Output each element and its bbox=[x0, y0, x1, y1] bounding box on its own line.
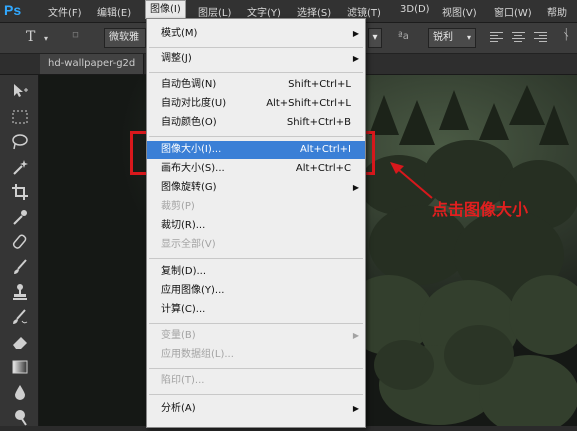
menu-image[interactable]: 图像(I) bbox=[145, 0, 186, 19]
menu-item-label: 图像旋转(G) bbox=[161, 182, 217, 193]
menu-item-label: 分析(A) bbox=[161, 403, 196, 414]
menu-item-label: 自动颜色(O) bbox=[161, 117, 217, 128]
document-tab[interactable]: hd-wallpaper-g2d bbox=[40, 54, 145, 74]
menu-file[interactable]: 文件(F) bbox=[48, 4, 82, 19]
tool-preset-dropdown-icon[interactable]: ▾ bbox=[44, 34, 48, 43]
menu-item-label: 应用数据组(L)... bbox=[161, 349, 234, 360]
menu-separator bbox=[149, 368, 363, 369]
eraser-tool-icon[interactable] bbox=[10, 332, 30, 352]
move-tool-icon[interactable] bbox=[10, 81, 30, 101]
image-menu-dropdown: 模式(M) ▶ 调整(J) ▶ 自动色调(N) Shift+Ctrl+L 自动对比度(… bbox=[146, 18, 366, 428]
menu-item-shortcut: Alt+Ctrl+C bbox=[295, 163, 351, 174]
menu-select[interactable]: 选择(S) bbox=[297, 4, 331, 19]
menu-item-label: 自动对比度(U) bbox=[161, 98, 227, 109]
menu-separator bbox=[149, 394, 363, 395]
menu-item-image-rotation[interactable]: 图像旋转(G) ▶ bbox=[147, 179, 365, 197]
menu-item-label: 裁切(R)... bbox=[161, 220, 206, 231]
brush-tool-icon[interactable] bbox=[10, 257, 30, 277]
menu-view[interactable]: 视图(V) bbox=[442, 4, 477, 19]
menu-item-shortcut: Shift+Ctrl+B bbox=[286, 117, 351, 128]
menu-item-crop: 裁剪(P) bbox=[147, 198, 365, 216]
menu-item-label: 画布大小(S)... bbox=[161, 163, 225, 174]
menu-item-trap: 陷印(T)... bbox=[147, 372, 365, 390]
text-orientation-icon[interactable]: ⸋ bbox=[72, 28, 79, 47]
submenu-arrow-icon: ▶ bbox=[352, 54, 359, 63]
menu-item-label: 变量(B) bbox=[161, 330, 196, 341]
menu-item-label: 图像大小(I)... bbox=[161, 144, 222, 155]
blur-tool-icon[interactable] bbox=[10, 382, 30, 402]
clone-stamp-tool-icon[interactable] bbox=[10, 282, 30, 302]
menu-type[interactable]: 文字(Y) bbox=[247, 4, 281, 19]
annotation-label: 点击图像大小 bbox=[432, 200, 529, 219]
tools-panel bbox=[0, 75, 39, 426]
menu-separator bbox=[149, 323, 363, 324]
menu-item-reveal-all: 显示全部(V) bbox=[147, 236, 365, 254]
menu-item-label: 调整(J) bbox=[161, 53, 192, 64]
menu-item-auto-tone[interactable]: 自动色调(N) Shift+Ctrl+L bbox=[147, 76, 365, 94]
menu-window[interactable]: 窗口(W) bbox=[494, 4, 532, 19]
healing-brush-tool-icon[interactable] bbox=[10, 232, 30, 252]
marquee-tool-icon[interactable] bbox=[10, 107, 30, 127]
menu-item-label: 模式(M) bbox=[161, 28, 198, 39]
menu-item-variables: 变量(B) ▶ bbox=[147, 327, 365, 345]
menu-item-label: 裁剪(P) bbox=[161, 201, 195, 212]
menu-item-duplicate[interactable]: 复制(D)... bbox=[147, 263, 365, 281]
menu-item-apply-image[interactable]: 应用图像(Y)... bbox=[147, 282, 365, 300]
menu-item-shortcut: Shift+Ctrl+L bbox=[288, 79, 351, 90]
submenu-arrow-icon: ▶ bbox=[352, 183, 359, 192]
menu-separator bbox=[149, 136, 363, 137]
menu-item-label: 应用图像(Y)... bbox=[161, 285, 225, 296]
menu-separator bbox=[149, 258, 363, 259]
text-color-swatch-icon[interactable]: ᚾ bbox=[562, 27, 570, 43]
menu-item-label: 计算(C)... bbox=[161, 304, 206, 315]
menu-separator bbox=[149, 47, 363, 48]
type-tool-icon[interactable]: T bbox=[26, 29, 35, 45]
font-size-dropdown[interactable]: ▾ bbox=[368, 28, 382, 48]
font-family-select[interactable]: 微软雅 bbox=[104, 28, 146, 48]
menu-edit[interactable]: 编辑(E) bbox=[97, 4, 131, 19]
menu-item-adjustments[interactable]: 调整(J) ▶ bbox=[147, 50, 365, 68]
menu-item-mode[interactable]: 模式(M) ▶ bbox=[147, 25, 365, 43]
align-center-icon[interactable] bbox=[512, 30, 525, 42]
dodge-tool-icon[interactable] bbox=[10, 407, 30, 427]
menu-filter[interactable]: 滤镜(T) bbox=[347, 4, 381, 19]
submenu-arrow-icon: ▶ bbox=[352, 331, 359, 340]
submenu-arrow-icon: ▶ bbox=[352, 29, 359, 38]
menu-3d[interactable]: 3D(D) bbox=[400, 4, 430, 15]
menu-item-shortcut: Alt+Ctrl+I bbox=[299, 144, 351, 155]
menu-item-apply-data-set: 应用数据组(L)... bbox=[147, 346, 365, 364]
menu-item-label: 显示全部(V) bbox=[161, 239, 216, 250]
menu-item-shortcut: Alt+Shift+Ctrl+L bbox=[266, 98, 351, 109]
gradient-tool-icon[interactable] bbox=[10, 357, 30, 377]
anti-alias-select[interactable]: 锐利 ▾ bbox=[428, 28, 476, 48]
anti-alias-value: 锐利 bbox=[433, 32, 453, 43]
align-right-icon[interactable] bbox=[534, 30, 547, 42]
menu-item-label: 复制(D)... bbox=[161, 266, 207, 277]
photoshop-logo: Ps bbox=[4, 2, 22, 18]
anti-alias-icon: ªa bbox=[398, 31, 409, 42]
eyedropper-tool-icon[interactable] bbox=[10, 207, 30, 227]
menu-item-auto-color[interactable]: 自动颜色(O) Shift+Ctrl+B bbox=[147, 114, 365, 132]
menu-item-label: 自动色调(N) bbox=[161, 79, 217, 90]
magic-wand-tool-icon[interactable] bbox=[10, 157, 30, 177]
chevron-down-icon: ▾ bbox=[466, 33, 471, 42]
lasso-tool-icon[interactable] bbox=[10, 132, 30, 152]
submenu-arrow-icon: ▶ bbox=[352, 404, 359, 413]
menu-separator bbox=[149, 72, 363, 73]
menu-item-canvas-size[interactable]: 画布大小(S)... Alt+Ctrl+C bbox=[147, 160, 365, 178]
menu-item-auto-contrast[interactable]: 自动对比度(U) Alt+Shift+Ctrl+L bbox=[147, 95, 365, 113]
align-left-icon[interactable] bbox=[490, 30, 503, 42]
history-brush-tool-icon[interactable] bbox=[10, 307, 30, 327]
menu-help[interactable]: 帮助 bbox=[547, 4, 567, 19]
menu-item-label: 陷印(T)... bbox=[161, 375, 205, 386]
crop-tool-icon[interactable] bbox=[10, 182, 30, 202]
menu-item-analysis[interactable]: 分析(A) ▶ bbox=[147, 400, 365, 418]
menu-item-image-size[interactable]: 图像大小(I)... Alt+Ctrl+I bbox=[147, 141, 365, 159]
menu-item-trim[interactable]: 裁切(R)... bbox=[147, 217, 365, 235]
menu-item-calculations[interactable]: 计算(C)... bbox=[147, 301, 365, 319]
menu-layer[interactable]: 图层(L) bbox=[198, 4, 231, 19]
